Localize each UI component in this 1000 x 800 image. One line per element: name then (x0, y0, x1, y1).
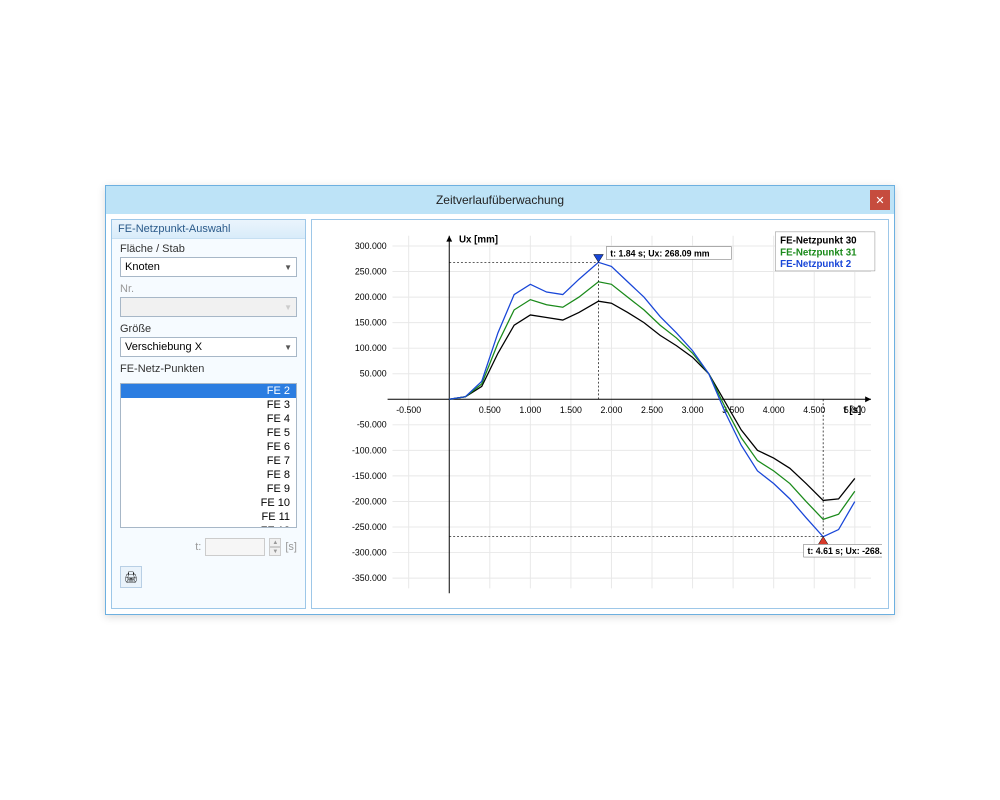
flaeche-label: Fläche / Stab (120, 243, 297, 255)
punkte-label: FE-Netz-Punkten (120, 363, 297, 375)
svg-text:-200.000: -200.000 (352, 496, 387, 506)
field-flaeche: Fläche / Stab Knoten ▼ (112, 239, 305, 279)
svg-text:1.000: 1.000 (519, 405, 541, 415)
spin-down-icon: ▼ (269, 547, 281, 556)
field-nr: Nr. ▼ (112, 279, 305, 319)
svg-text:100.000: 100.000 (355, 343, 387, 353)
t-spinner: ▲ ▼ (269, 538, 281, 556)
svg-text:4.000: 4.000 (763, 405, 785, 415)
groesse-select[interactable]: Verschiebung X ▼ (120, 337, 297, 357)
t-input (205, 538, 265, 556)
chart-panel: -350.000 -300.000 -250.000 -200.000 -150.000… (311, 219, 889, 609)
sidebar-section-title: FE-Netzpunkt-Auswahl (112, 220, 305, 239)
list-item[interactable]: FE 5 (121, 426, 296, 440)
groesse-label: Größe (120, 323, 297, 335)
t-label: t: (195, 541, 201, 553)
flaeche-value: Knoten (125, 261, 160, 273)
chevron-down-icon: ▼ (284, 263, 292, 272)
print-row: 🖨 (112, 562, 305, 592)
chevron-down-icon: ▼ (284, 303, 292, 312)
list-item[interactable]: FE 4 (121, 412, 296, 426)
svg-text:300.000: 300.000 (355, 241, 387, 251)
chart-area[interactable]: -350.000 -300.000 -250.000 -200.000 -150.000… (318, 226, 882, 602)
svg-text:-0.500: -0.500 (396, 405, 421, 415)
list-item[interactable]: FE 9 (121, 482, 296, 496)
spin-up-icon: ▲ (269, 538, 281, 547)
svg-text:-250.000: -250.000 (352, 522, 387, 532)
list-item[interactable]: FE 11 (121, 510, 296, 524)
t-unit: [s] (285, 541, 297, 553)
sidebar: FE-Netzpunkt-Auswahl Fläche / Stab Knote… (111, 219, 306, 609)
printer-icon: 🖨 (124, 571, 138, 584)
svg-text:-100.000: -100.000 (352, 445, 387, 455)
svg-text:50.000: 50.000 (360, 369, 387, 379)
list-item[interactable]: FE 3 (121, 398, 296, 412)
svg-text:150.000: 150.000 (355, 318, 387, 328)
close-icon: ✕ (875, 194, 884, 207)
field-groesse: Größe Verschiebung X ▼ (112, 319, 305, 359)
list-item[interactable]: FE 8 (121, 468, 296, 482)
flaeche-select[interactable]: Knoten ▼ (120, 257, 297, 277)
svg-text:-350.000: -350.000 (352, 573, 387, 583)
list-item[interactable]: FE 12 (121, 524, 296, 528)
svg-text:t [s]: t [s] (843, 405, 861, 416)
content: FE-Netzpunkt-Auswahl Fläche / Stab Knote… (106, 214, 894, 614)
time-row: t: ▲ ▼ [s] (112, 532, 305, 562)
chart-svg: -350.000 -300.000 -250.000 -200.000 -150.000… (318, 226, 882, 602)
svg-text:-50.000: -50.000 (357, 420, 387, 430)
svg-text:FE-Netzpunkt 30: FE-Netzpunkt 30 (780, 236, 857, 247)
nr-label: Nr. (120, 283, 297, 295)
groesse-value: Verschiebung X (125, 341, 202, 353)
nr-select: ▼ (120, 297, 297, 317)
svg-text:FE-Netzpunkt 2: FE-Netzpunkt 2 (780, 259, 852, 270)
svg-text:-300.000: -300.000 (352, 547, 387, 557)
list-item[interactable]: FE 7 (121, 454, 296, 468)
svg-text:2.000: 2.000 (600, 405, 622, 415)
window-title: Zeitverlaufüberwachung (436, 193, 564, 207)
svg-text:t: 4.61 s; Ux: -268.66 mm: t: 4.61 s; Ux: -268.66 mm (808, 546, 882, 556)
svg-text:4.500: 4.500 (803, 405, 825, 415)
svg-text:200.000: 200.000 (355, 292, 387, 302)
svg-text:250.000: 250.000 (355, 266, 387, 276)
print-button[interactable]: 🖨 (120, 566, 142, 588)
svg-text:Ux [mm]: Ux [mm] (459, 235, 498, 246)
close-button[interactable]: ✕ (870, 190, 890, 210)
chevron-down-icon: ▼ (284, 343, 292, 352)
fe-points-listbox[interactable]: FE 2FE 3FE 4FE 5FE 6FE 7FE 8FE 9FE 10FE … (120, 383, 297, 528)
svg-text:2.500: 2.500 (641, 405, 663, 415)
svg-text:3.000: 3.000 (682, 405, 704, 415)
svg-text:FE-Netzpunkt 31: FE-Netzpunkt 31 (780, 247, 857, 258)
field-punkte: FE-Netz-Punkten (112, 359, 305, 379)
svg-text:-150.000: -150.000 (352, 471, 387, 481)
svg-text:1.500: 1.500 (560, 405, 582, 415)
svg-text:t: 1.84 s; Ux: 268.09 mm: t: 1.84 s; Ux: 268.09 mm (610, 248, 710, 258)
svg-text:0.500: 0.500 (479, 405, 501, 415)
dialog-window: Zeitverlaufüberwachung ✕ FE-Netzpunkt-Au… (105, 185, 895, 615)
list-item[interactable]: FE 6 (121, 440, 296, 454)
list-item[interactable]: FE 10 (121, 496, 296, 510)
list-item[interactable]: FE 2 (121, 384, 296, 398)
titlebar[interactable]: Zeitverlaufüberwachung ✕ (106, 186, 894, 214)
